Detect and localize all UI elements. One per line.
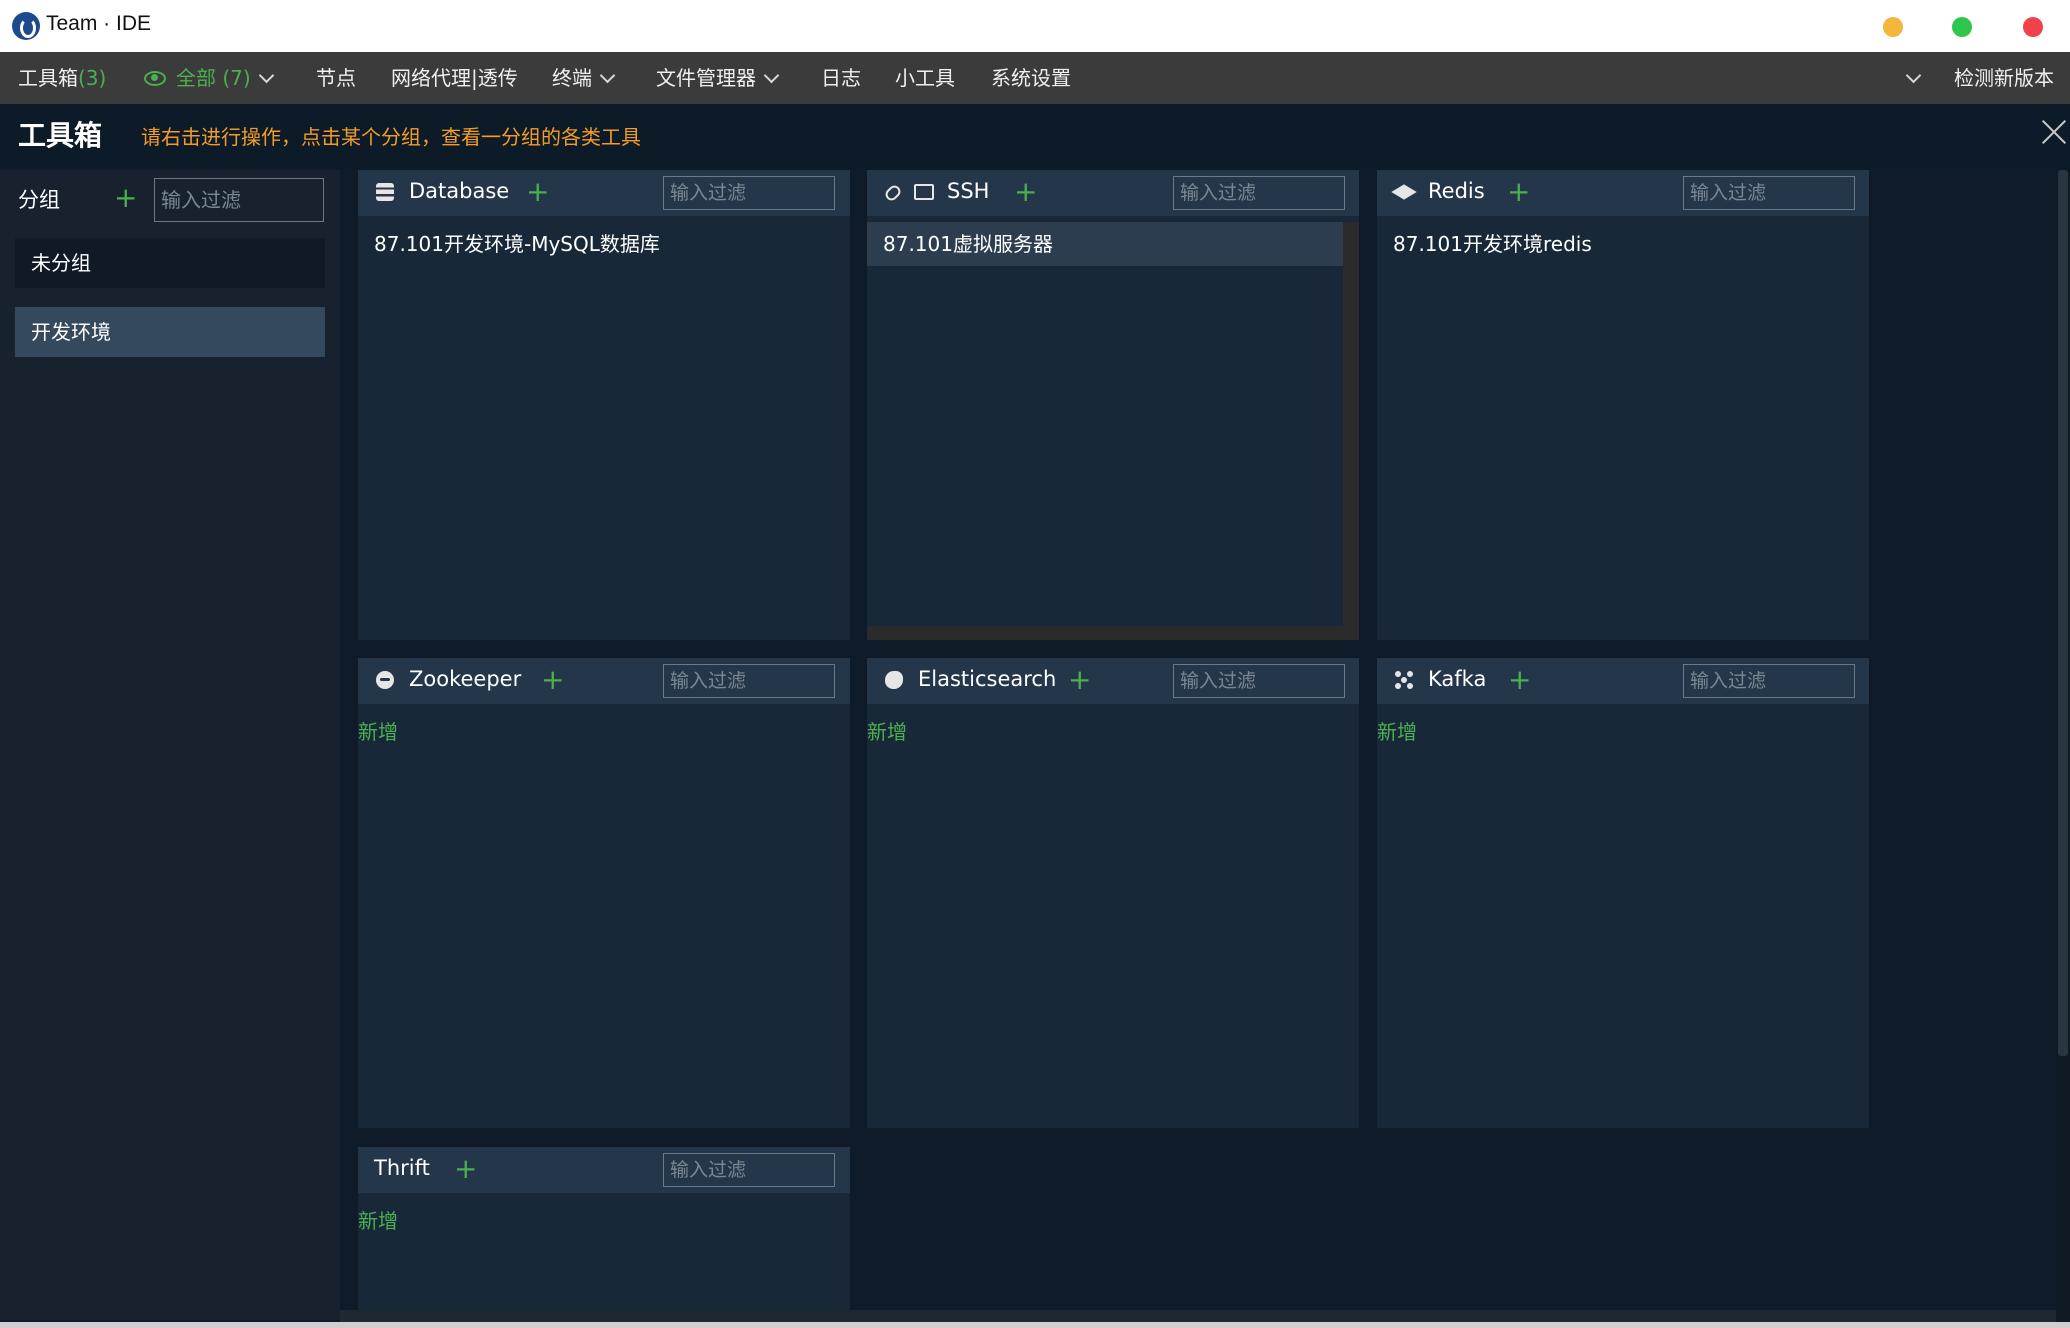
menu-settings[interactable]: 系统设置 xyxy=(991,52,1071,104)
menu-more-dropdown[interactable] xyxy=(1898,52,1922,104)
add-elasticsearch-button[interactable]: + xyxy=(1068,666,1091,694)
elasticsearch-filter-input[interactable] xyxy=(1173,664,1345,698)
menu-logs[interactable]: 日志 xyxy=(821,52,861,104)
panel-header: Database + xyxy=(358,170,850,216)
scrollbar-thumb[interactable] xyxy=(2058,170,2068,1056)
close-window-button[interactable] xyxy=(2023,17,2043,37)
add-group-button[interactable]: + xyxy=(114,184,137,212)
panel-title: Elasticsearch xyxy=(918,667,1057,691)
database-filter-input[interactable] xyxy=(663,176,835,210)
panel-title: SSH xyxy=(947,179,990,203)
redis-filter-input[interactable] xyxy=(1683,176,1855,210)
chevron-down-icon xyxy=(599,67,616,84)
elasticsearch-icon xyxy=(885,671,903,689)
menu-toolbox-label: 工具箱 xyxy=(18,66,78,90)
redis-icon xyxy=(1391,184,1417,200)
zookeeper-icon xyxy=(376,671,394,689)
add-kafka-button[interactable]: + xyxy=(1508,666,1531,694)
panel-header: Kafka + xyxy=(1377,658,1869,704)
add-zookeeper-button[interactable]: + xyxy=(541,666,564,694)
close-icon[interactable] xyxy=(2040,118,2068,146)
menu-file-manager[interactable]: 文件管理器 xyxy=(656,52,780,104)
chevron-down-icon xyxy=(1905,67,1922,84)
kafka-filter-input[interactable] xyxy=(1683,664,1855,698)
panel-header: Redis + xyxy=(1377,170,1869,216)
menu-bar: 工具箱(3) 全部 (7) 节点 网络代理|透传 终端 文件管理器 日志 小工具… xyxy=(0,52,2070,104)
window-bottom-edge xyxy=(0,1322,2070,1328)
group-item-ungrouped[interactable]: 未分组 xyxy=(15,238,325,288)
kafka-icon xyxy=(1395,671,1413,689)
maximize-button[interactable] xyxy=(1952,17,1972,37)
menu-all-filter[interactable]: 全部 (7) xyxy=(144,52,274,104)
check-update-button[interactable]: 检测新版本 xyxy=(1954,52,2054,104)
link-icon xyxy=(883,183,903,203)
list-item[interactable]: 87.101虚拟服务器 xyxy=(867,222,1343,266)
horizontal-scrollbar[interactable] xyxy=(867,626,1359,640)
menu-toolbox[interactable]: 工具箱(3) xyxy=(18,52,106,104)
menu-tools[interactable]: 小工具 xyxy=(895,52,955,104)
chevron-down-icon xyxy=(763,67,780,84)
add-ssh-button[interactable]: + xyxy=(1014,178,1037,206)
title-bar: Team · IDE xyxy=(0,0,2070,53)
terminal-icon xyxy=(914,184,934,200)
ssh-filter-input[interactable] xyxy=(1173,176,1345,210)
panel-kafka: Kafka + 新增 xyxy=(1377,658,1869,1128)
group-sidebar: 分组 + 未分组 开发环境 xyxy=(0,170,340,1320)
panel-title: Database xyxy=(409,179,510,203)
group-label: 分组 xyxy=(18,188,60,212)
add-redis-button[interactable]: + xyxy=(1507,178,1530,206)
menu-terminal-label: 终端 xyxy=(552,66,592,90)
panel-title: Kafka xyxy=(1428,667,1487,691)
new-thrift-link[interactable]: 新增 xyxy=(358,1205,398,1234)
database-icon xyxy=(376,183,394,201)
panel-database: Database + 87.101开发环境-MySQL数据库 xyxy=(358,170,850,640)
menu-all-label: 全部 (7) xyxy=(176,66,251,90)
add-database-button[interactable]: + xyxy=(526,178,549,206)
add-thrift-button[interactable]: + xyxy=(454,1155,477,1183)
menu-toolbox-count: (3) xyxy=(78,66,107,90)
eye-icon xyxy=(144,71,166,86)
panel-elasticsearch: Elasticsearch + 新增 xyxy=(867,658,1359,1128)
page-header: 工具箱 请右击进行操作，点击某个分组，查看一分组的各类工具 xyxy=(0,104,2070,170)
page-title: 工具箱 xyxy=(18,119,103,152)
menu-network-proxy[interactable]: 网络代理|透传 xyxy=(391,52,518,104)
menu-file-manager-label: 文件管理器 xyxy=(656,66,756,90)
list-item[interactable]: 87.101开发环境-MySQL数据库 xyxy=(358,222,850,266)
panel-thrift: Thrift + 新增 xyxy=(358,1147,850,1310)
zookeeper-filter-input[interactable] xyxy=(663,664,835,698)
group-item-dev-env[interactable]: 开发环境 xyxy=(15,307,325,357)
group-filter-input[interactable] xyxy=(154,178,324,222)
menu-terminal[interactable]: 终端 xyxy=(552,52,616,104)
panel-redis: Redis + 87.101开发环境redis xyxy=(1377,170,1869,640)
new-zookeeper-link[interactable]: 新增 xyxy=(358,716,398,745)
panel-title: Thrift xyxy=(374,1156,430,1180)
panel-title: Redis xyxy=(1428,179,1485,203)
panel-header: SSH + xyxy=(867,170,1359,216)
new-kafka-link[interactable]: 新增 xyxy=(1377,716,1417,745)
panel-zookeeper: Zookeeper + 新增 xyxy=(358,658,850,1128)
panel-header: Thrift + xyxy=(358,1147,850,1193)
chevron-down-icon xyxy=(258,67,274,84)
vertical-scrollbar[interactable] xyxy=(1343,222,1359,640)
panel-title: Zookeeper xyxy=(409,667,522,691)
minimize-button[interactable] xyxy=(1883,17,1903,37)
list-item[interactable]: 87.101开发环境redis xyxy=(1377,222,1869,266)
panel-header: Zookeeper + xyxy=(358,658,850,704)
app-title: Team · IDE xyxy=(46,12,152,35)
thrift-filter-input[interactable] xyxy=(663,1153,835,1187)
panel-ssh: SSH + 87.101虚拟服务器 xyxy=(867,170,1359,640)
hint-text: 请右击进行操作，点击某个分组，查看一分组的各类工具 xyxy=(141,125,641,149)
new-elasticsearch-link[interactable]: 新增 xyxy=(867,716,907,745)
panel-header: Elasticsearch + xyxy=(867,658,1359,704)
app-logo-icon xyxy=(12,12,40,40)
menu-nodes[interactable]: 节点 xyxy=(316,52,356,104)
